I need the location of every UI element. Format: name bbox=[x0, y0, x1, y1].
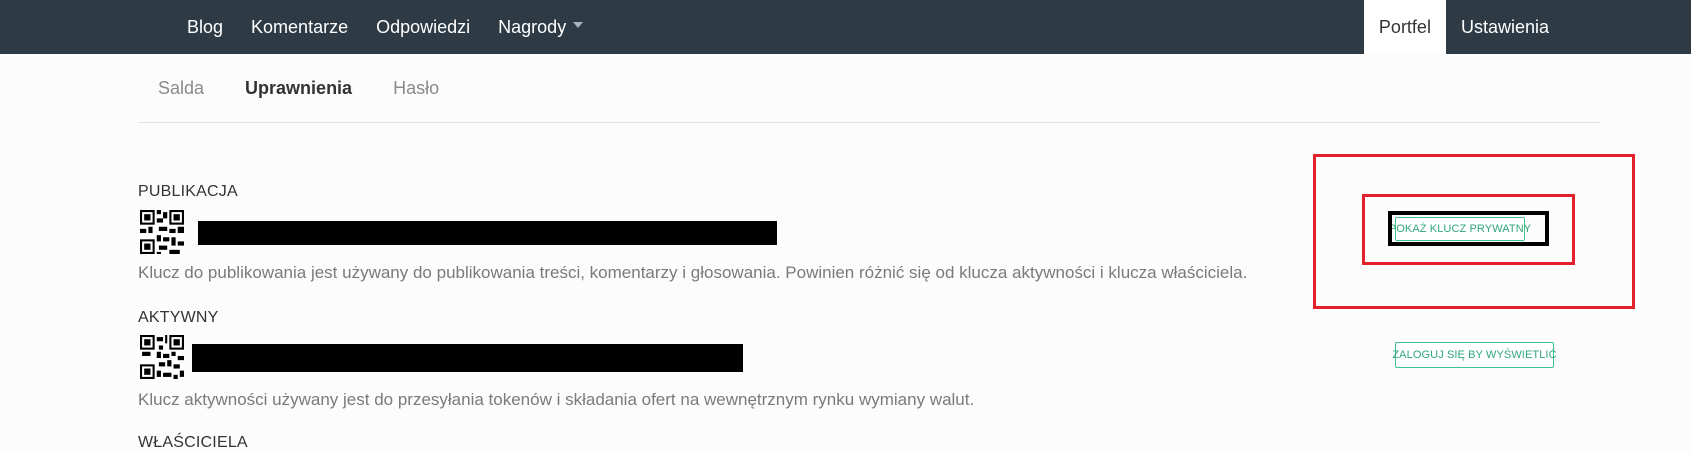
nav-blog[interactable]: Blog bbox=[187, 17, 223, 38]
nav-ustawienia[interactable]: Ustawienia bbox=[1446, 0, 1564, 54]
nav-blog-label: Blog bbox=[187, 16, 224, 37]
show-private-key-button[interactable]: POKAŻ KLUCZ PRYWATNY bbox=[1389, 217, 1531, 241]
top-navbar: Blog Komentarze Odpowiedzi Nagrody Portf… bbox=[0, 0, 1691, 54]
section-title-wlasciciela: WŁAŚCICIELA bbox=[138, 434, 248, 451]
qr-code-icon[interactable] bbox=[140, 210, 184, 254]
main-nav: Blog Komentarze Odpowiedzi Nagrody bbox=[187, 0, 611, 54]
tab-salda[interactable]: Salda bbox=[158, 78, 204, 99]
nav-komentarze-label: Komentarze bbox=[251, 16, 349, 37]
nav-nagrody-dropdown[interactable]: Nagrody bbox=[498, 16, 584, 38]
tab-uprawnienia[interactable]: Uprawnienia bbox=[245, 78, 352, 99]
nav-odpowiedzi[interactable]: Odpowiedzi bbox=[376, 17, 470, 38]
nav-komentarze[interactable]: Komentarze bbox=[251, 17, 348, 38]
section-title-publikacja: PUBLIKACJA bbox=[138, 183, 238, 200]
tab-haslo[interactable]: Hasło bbox=[393, 78, 439, 99]
nav-portfel[interactable]: Portfel bbox=[1363, 0, 1446, 54]
nav-nagrody-label: Nagrody bbox=[498, 16, 567, 37]
nav-odpowiedzi-label: Odpowiedzi bbox=[376, 16, 471, 37]
publikacja-description: Klucz do publikowania jest używany do pu… bbox=[138, 263, 1248, 282]
account-nav: Portfel Ustawienia bbox=[1363, 0, 1564, 54]
login-to-view-button[interactable]: ZALOGUJ SIĘ BY WYŚWIETLIĆ bbox=[1392, 342, 1557, 368]
redacted-public-key bbox=[198, 221, 777, 245]
caret-down-icon bbox=[573, 22, 584, 28]
aktywny-description: Klucz aktywności używany jest do przesył… bbox=[138, 390, 975, 409]
redacted-active-key bbox=[192, 344, 743, 372]
nav-portfel-label: Portfel bbox=[1378, 16, 1431, 37]
nav-ustawienia-label: Ustawienia bbox=[1460, 16, 1549, 37]
section-title-aktywny: AKTYWNY bbox=[138, 309, 219, 326]
qr-code-icon[interactable] bbox=[140, 335, 184, 379]
wallet-tabs: Salda Uprawnienia Hasło bbox=[138, 54, 1600, 123]
